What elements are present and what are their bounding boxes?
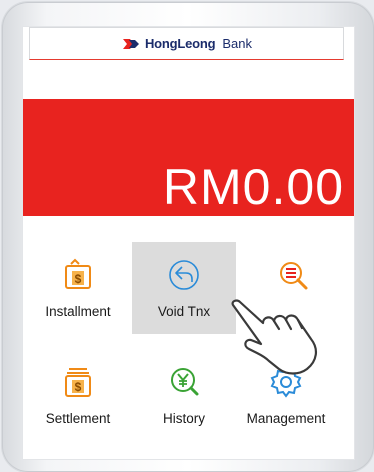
svg-text:$: $ — [75, 380, 82, 394]
amount-display: RM0.00 — [162, 159, 344, 215]
menu-item-label: History — [162, 411, 205, 426]
list-search-icon — [280, 262, 308, 290]
menu-item-label: Installment — [45, 304, 111, 319]
menu-item-label: Management — [246, 411, 326, 426]
menu-item-label: Void Tnx — [157, 304, 211, 319]
menu-item-history[interactable]: History — [132, 349, 236, 441]
pointing-hand-icon — [231, 299, 317, 375]
history-yen-icon — [171, 368, 199, 396]
bank-logo: HongLeong Bank — [121, 36, 252, 51]
app-header: HongLeong Bank — [29, 27, 344, 60]
installment-dollar-icon: $ — [65, 258, 91, 289]
device-frame: HongLeong Bank RM0.00 $ Installment Void… — [2, 2, 374, 472]
settlement-dollar-icon: $ — [65, 368, 91, 397]
void-back-arrow-icon — [169, 260, 199, 290]
menu-item-void-tnx[interactable]: Void Tnx — [132, 242, 236, 334]
svg-text:$: $ — [75, 272, 82, 286]
brand-name-light: Bank — [222, 36, 253, 51]
menu-item-settlement[interactable]: $ Settlement — [26, 349, 130, 441]
screen: HongLeong Bank RM0.00 $ Installment Void… — [23, 27, 354, 459]
hong-leong-logo-icon — [122, 38, 139, 49]
menu-item-label: Settlement — [45, 411, 111, 426]
menu-item-installment[interactable]: $ Installment — [26, 242, 130, 334]
brand-name-bold: HongLeong — [144, 36, 216, 51]
amount-banner: RM0.00 — [23, 99, 354, 216]
